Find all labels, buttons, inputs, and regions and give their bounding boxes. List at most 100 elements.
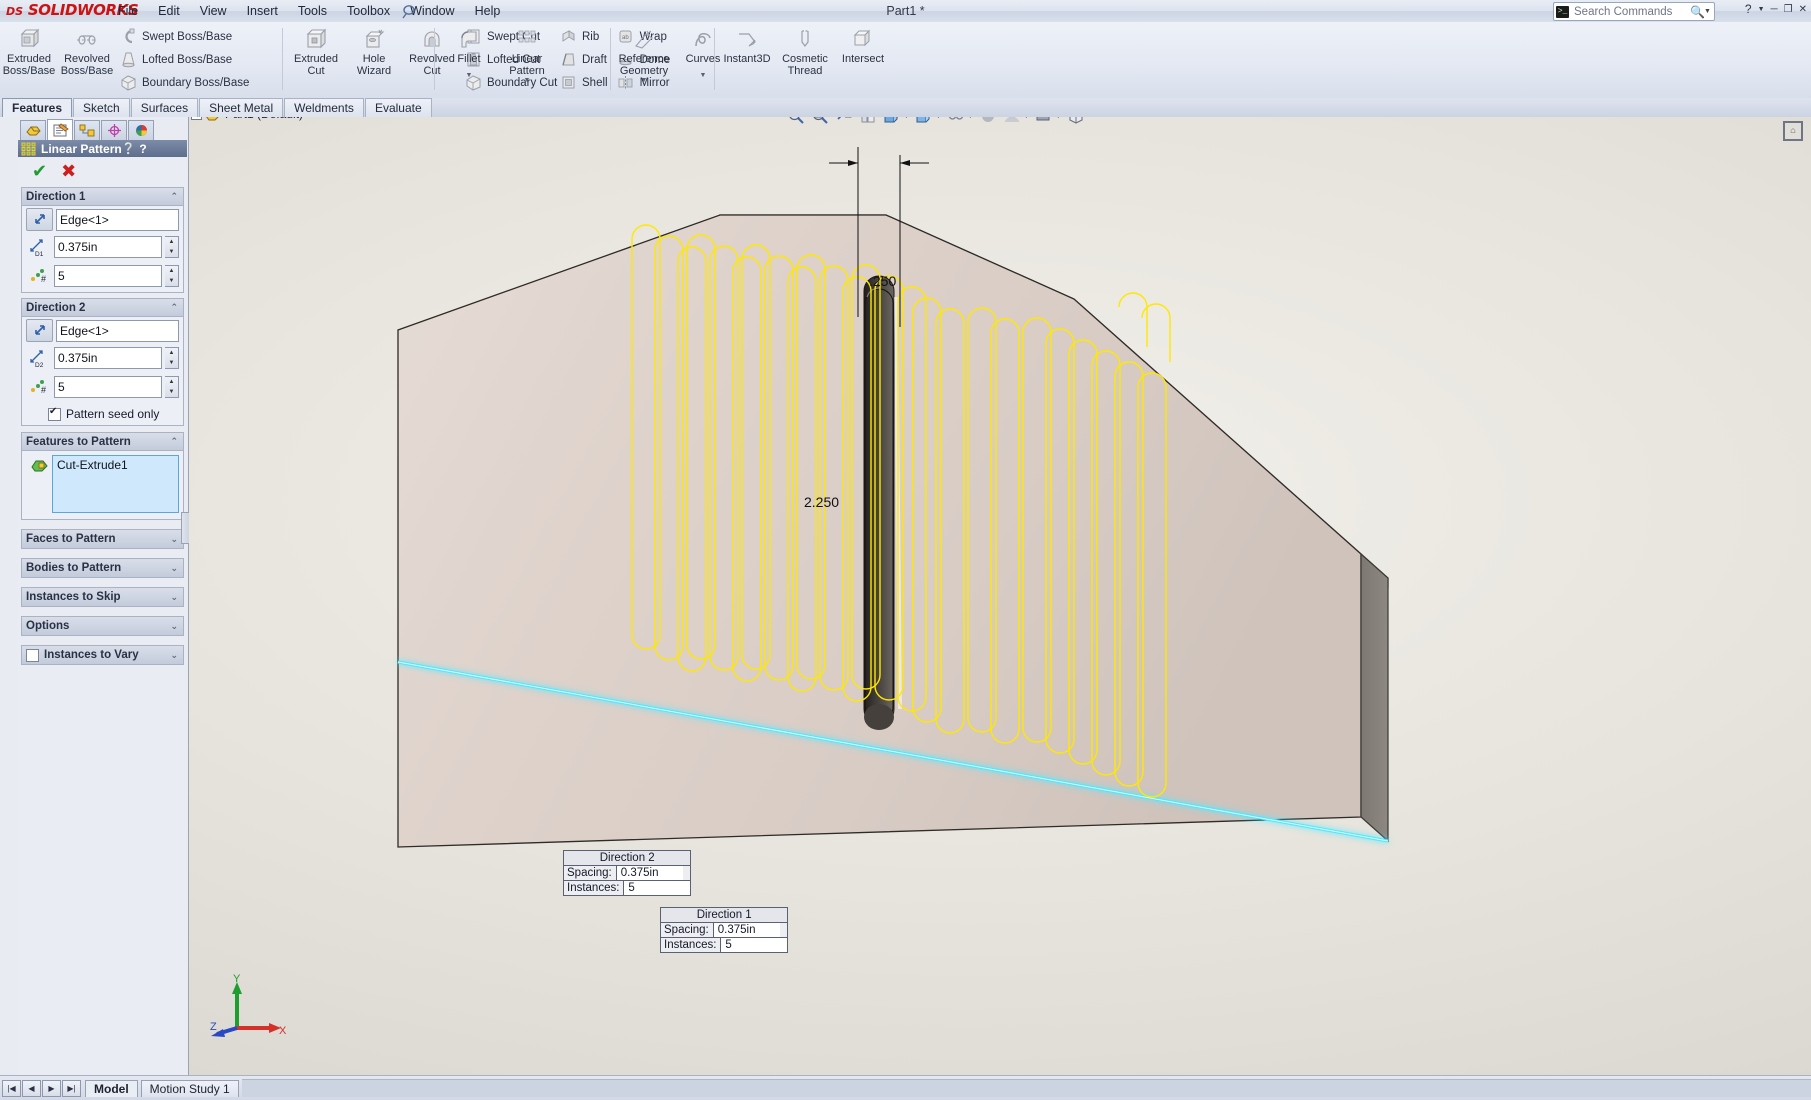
faces-to-pattern-header[interactable]: Faces to Pattern ⌄ bbox=[21, 529, 184, 549]
property-manager-tab[interactable] bbox=[47, 119, 73, 140]
direction-1-spacing-stepper[interactable]: ▲▼ bbox=[165, 236, 179, 258]
direction-2-callout-instances-value[interactable]: 5 bbox=[623, 881, 690, 895]
features-to-pattern-list[interactable]: Cut-Extrude1 bbox=[52, 455, 179, 513]
direction-1-callout-instances-value[interactable]: 5 bbox=[720, 938, 787, 952]
pattern-seed-only-checkbox[interactable] bbox=[48, 408, 61, 421]
options-header[interactable]: Options ⌄ bbox=[21, 616, 184, 636]
tab-weldments[interactable]: Weldments bbox=[284, 98, 364, 117]
intersect-button[interactable]: Intersect bbox=[834, 22, 892, 65]
instances-to-vary-checkbox[interactable] bbox=[26, 649, 39, 662]
display-manager-tab[interactable] bbox=[128, 120, 154, 140]
instances-to-vary-header[interactable]: Instances to Vary ⌄ bbox=[21, 645, 184, 665]
list-item[interactable]: Cut-Extrude1 bbox=[57, 458, 174, 472]
direction-2-spacing-stepper[interactable]: ▲▼ bbox=[165, 347, 179, 369]
direction-2-spacing-input[interactable]: 0.375in bbox=[54, 347, 162, 369]
cosmetic-thread-button[interactable]: Cosmetic Thread bbox=[776, 22, 834, 77]
direction-2-header[interactable]: Direction 2 ⌃ bbox=[22, 299, 183, 317]
nav-next-button[interactable]: ▶ bbox=[42, 1080, 61, 1097]
direction-2-callout[interactable]: Direction 2 Spacing: 0.375in Instances: … bbox=[563, 850, 691, 896]
instances-to-vary-expand-icon[interactable]: ⌄ bbox=[170, 650, 179, 661]
dimxpert-manager-tab[interactable] bbox=[101, 120, 127, 140]
reference-geometry-chevron-down-icon[interactable]: ▼ bbox=[614, 77, 674, 87]
tab-features[interactable]: Features bbox=[2, 98, 72, 117]
direction-2-edge-selector-icon[interactable] bbox=[26, 319, 53, 342]
menu-toolbox[interactable]: Toolbox bbox=[337, 2, 400, 20]
tab-motion-study[interactable]: Motion Study 1 bbox=[141, 1080, 239, 1097]
nav-first-button[interactable]: |◀ bbox=[2, 1080, 21, 1097]
menu-file[interactable]: File bbox=[108, 2, 148, 20]
direction-2-instances-input[interactable]: 5 bbox=[54, 376, 162, 398]
direction-2-edge-input[interactable]: Edge<1> bbox=[56, 320, 179, 342]
bodies-to-pattern-header[interactable]: Bodies to Pattern ⌄ bbox=[21, 558, 184, 578]
restore-icon[interactable]: ❐ bbox=[1784, 4, 1793, 15]
nav-prev-button[interactable]: ◀ bbox=[22, 1080, 41, 1097]
accept-button[interactable]: ✔ bbox=[32, 161, 47, 182]
nav-last-button[interactable]: ▶| bbox=[62, 1080, 81, 1097]
hole-wizard-button[interactable]: Hole Wizard bbox=[345, 22, 403, 77]
linear-pattern-chevron-down-icon[interactable]: ▼ bbox=[498, 77, 556, 87]
linear-pattern-button[interactable]: Linear Pattern ▼ bbox=[498, 22, 556, 87]
cancel-button[interactable]: ✖ bbox=[61, 161, 76, 182]
rib-button[interactable]: Rib bbox=[556, 25, 614, 48]
direction-1-instances-input[interactable]: 5 bbox=[54, 265, 162, 287]
feature-manager-tab[interactable] bbox=[20, 120, 46, 140]
instances-to-skip-expand-icon[interactable]: ⌄ bbox=[170, 592, 179, 603]
tab-sheet-metal[interactable]: Sheet Metal bbox=[199, 98, 283, 117]
instant3d-button[interactable]: Instant3D bbox=[718, 22, 776, 65]
features-to-pattern-collapse-icon[interactable]: ⌃ bbox=[170, 436, 179, 447]
extruded-boss-base-button[interactable]: Extruded Boss/Base bbox=[0, 22, 58, 77]
whats-this-help-icon[interactable]: ❔ bbox=[122, 142, 136, 155]
pin-icon[interactable] bbox=[400, 2, 418, 20]
direction-1-instances-stepper[interactable]: ▲▼ bbox=[165, 265, 179, 287]
help-chevron-down-icon[interactable]: ▼ bbox=[1758, 6, 1765, 13]
menu-tools[interactable]: Tools bbox=[288, 2, 337, 20]
model-3d-view[interactable] bbox=[189, 117, 1811, 1075]
reference-geometry-button[interactable]: Reference Geometry ▼ bbox=[614, 22, 674, 87]
lofted-boss-base-button[interactable]: Lofted Boss/Base bbox=[116, 48, 255, 71]
search-input[interactable]: Search Commands bbox=[1569, 6, 1690, 18]
swept-boss-base-button[interactable]: Swept Boss/Base bbox=[116, 25, 255, 48]
bodies-to-pattern-expand-icon[interactable]: ⌄ bbox=[170, 563, 179, 574]
fillet-chevron-down-icon[interactable]: ▼ bbox=[440, 72, 498, 82]
menu-edit[interactable]: Edit bbox=[148, 2, 190, 20]
direction-1-callout-spacing-value[interactable]: 0.375in bbox=[713, 923, 780, 937]
shell-button[interactable]: Shell bbox=[556, 71, 614, 94]
options-expand-icon[interactable]: ⌄ bbox=[170, 621, 179, 632]
graphics-area[interactable]: + Part1 (Default) ▼ bbox=[189, 117, 1811, 1075]
direction-1-edge-input[interactable]: Edge<1> bbox=[56, 209, 179, 231]
instances-to-skip-header[interactable]: Instances to Skip ⌄ bbox=[21, 587, 184, 607]
faces-to-pattern-expand-icon[interactable]: ⌄ bbox=[170, 534, 179, 545]
revolved-boss-base-button[interactable]: Revolved Boss/Base bbox=[58, 22, 116, 77]
slot-length-dimension-label[interactable]: 2.250 bbox=[804, 494, 839, 510]
help-question-icon[interactable]: ? bbox=[1745, 2, 1752, 16]
draft-button[interactable]: Draft bbox=[556, 48, 614, 71]
search-commands-box[interactable]: >_ Search Commands 🔍 ▼ bbox=[1553, 2, 1715, 21]
tab-sketch[interactable]: Sketch bbox=[73, 98, 130, 117]
search-chevron-down-icon[interactable]: ▼ bbox=[1704, 8, 1714, 15]
configuration-manager-tab[interactable] bbox=[74, 120, 100, 140]
direction-2-collapse-icon[interactable]: ⌃ bbox=[170, 302, 179, 313]
tab-surfaces[interactable]: Surfaces bbox=[131, 98, 198, 117]
direction-1-collapse-icon[interactable]: ⌃ bbox=[170, 191, 179, 202]
direction-2-instances-stepper[interactable]: ▲▼ bbox=[165, 376, 179, 398]
direction-2-callout-spacing-value[interactable]: 0.375in bbox=[616, 866, 683, 880]
fillet-button[interactable]: Fillet ▼ bbox=[440, 22, 498, 82]
menu-view[interactable]: View bbox=[190, 2, 237, 20]
help-icon[interactable]: ? bbox=[139, 142, 146, 156]
direction-1-spacing-input[interactable]: 0.375in bbox=[54, 236, 162, 258]
search-icon[interactable]: 🔍 bbox=[1690, 5, 1704, 19]
pattern-seed-only-row[interactable]: Pattern seed only bbox=[22, 403, 183, 425]
menu-insert[interactable]: Insert bbox=[237, 2, 288, 20]
spacing-dimension-label[interactable]: .250 bbox=[869, 273, 896, 289]
menu-help[interactable]: Help bbox=[465, 2, 511, 20]
boundary-boss-base-button[interactable]: Boundary Boss/Base bbox=[116, 71, 255, 94]
features-to-pattern-header[interactable]: Features to Pattern ⌃ bbox=[22, 433, 183, 451]
direction-1-edge-selector-icon[interactable] bbox=[26, 208, 53, 231]
minimize-icon[interactable]: ─ bbox=[1771, 4, 1778, 15]
close-icon[interactable]: ✕ bbox=[1799, 4, 1807, 15]
direction-1-header[interactable]: Direction 1 ⌃ bbox=[22, 188, 183, 206]
extruded-cut-button[interactable]: Extruded Cut bbox=[287, 22, 345, 77]
tab-model[interactable]: Model bbox=[85, 1080, 138, 1097]
tab-evaluate[interactable]: Evaluate bbox=[365, 98, 432, 117]
direction-1-callout[interactable]: Direction 1 Spacing: 0.375in Instances: … bbox=[660, 907, 788, 953]
